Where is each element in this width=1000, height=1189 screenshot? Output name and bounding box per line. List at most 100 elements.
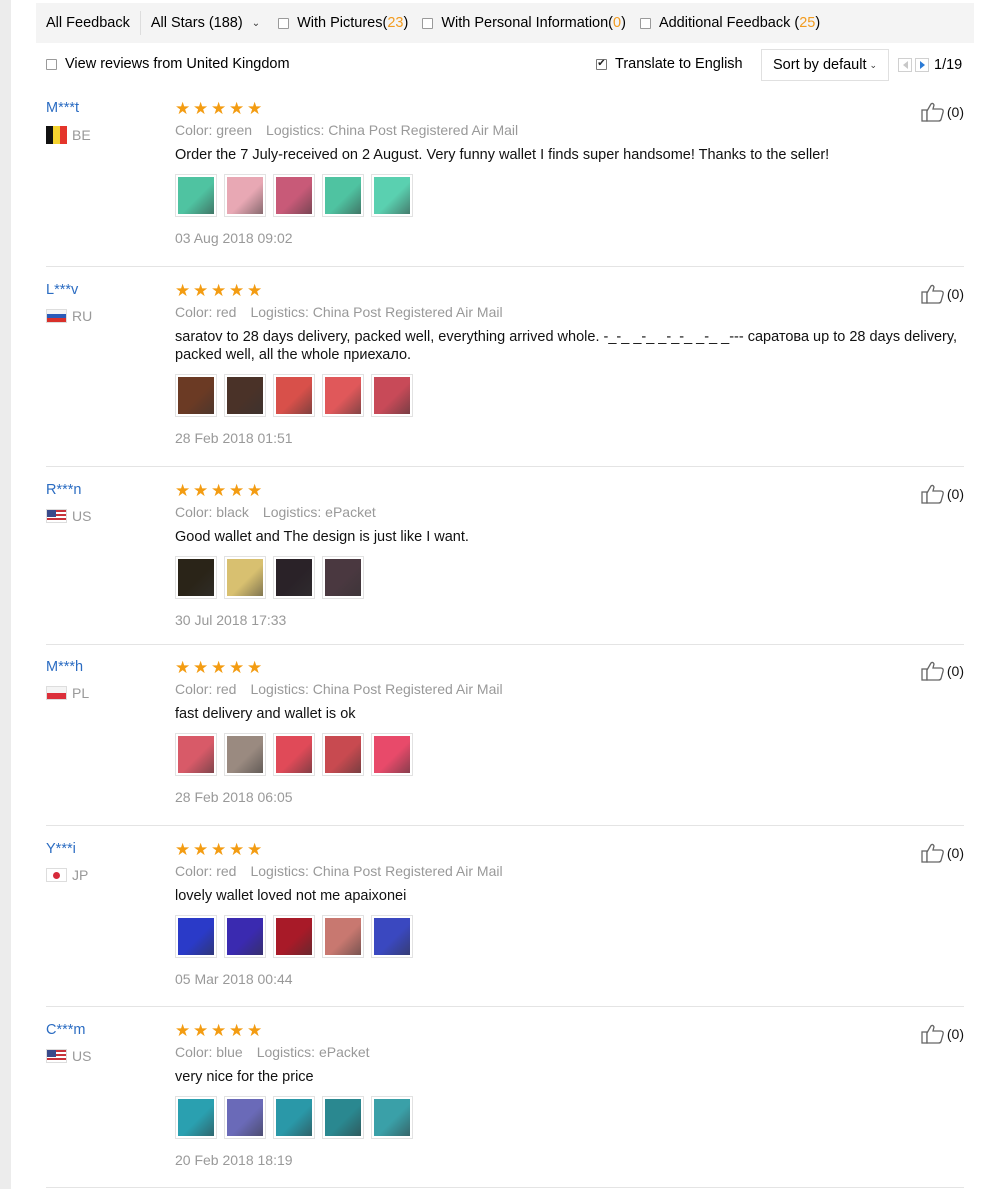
all-feedback-tab[interactable]: All Feedback <box>46 15 130 31</box>
reviewer-name[interactable]: M***t <box>46 100 79 116</box>
thumbs-up-icon <box>921 843 944 863</box>
star-rating: ★ ★ ★ ★ ★ <box>175 282 965 300</box>
reviewer-country: US <box>46 508 91 524</box>
country-flag-icon <box>46 868 67 882</box>
review-photo-thumbnail[interactable] <box>322 1096 364 1139</box>
review-photo-thumbnail[interactable] <box>371 374 413 417</box>
review-photo-thumbnail[interactable] <box>175 174 217 217</box>
review-photo-thumbnail[interactable] <box>273 174 315 217</box>
reviewer-name[interactable]: M***h <box>46 659 83 675</box>
review-content: ★ ★ ★ ★ ★ Color: red Logistics: China Post Re… <box>175 841 965 987</box>
review-photo-thumbnail[interactable] <box>273 915 315 958</box>
helpful-button[interactable]: (0) <box>921 102 964 122</box>
review-photo-thumbnail[interactable] <box>224 1096 266 1139</box>
with-pictures-checkbox[interactable] <box>278 17 290 29</box>
prev-page-button[interactable] <box>898 58 912 72</box>
star-icon: ★ <box>229 1021 245 1040</box>
review-divider <box>46 825 964 826</box>
review-photo-thumbnail[interactable] <box>175 1096 217 1139</box>
additional-feedback-filter[interactable]: Additional Feedback (25) <box>639 15 820 31</box>
review-photo-thumbnail[interactable] <box>175 556 217 599</box>
review-photo-thumbnail[interactable] <box>322 733 364 776</box>
review-photo-thumbnail[interactable] <box>273 733 315 776</box>
translate-option[interactable]: ✔ Translate to English <box>596 56 743 72</box>
filter-divider <box>139 11 141 35</box>
review-photo-thumbnail[interactable] <box>273 1096 315 1139</box>
review-photo-thumbnail[interactable] <box>322 556 364 599</box>
view-uk-checkbox[interactable] <box>46 58 57 70</box>
star-icon: ★ <box>247 481 263 500</box>
next-page-button[interactable] <box>915 58 929 72</box>
star-icon: ★ <box>247 281 263 300</box>
review-content: ★ ★ ★ ★ ★ Color: blue Logistics: ePacket very… <box>175 1022 965 1168</box>
review-date: 05 Mar 2018 00:44 <box>175 971 293 987</box>
personal-info-checkbox[interactable] <box>422 17 434 29</box>
reviewer-country: RU <box>46 308 92 324</box>
country-code: BE <box>72 127 91 143</box>
review-divider <box>46 1006 964 1007</box>
sort-dropdown[interactable]: Sort by default ⌄ <box>761 49 889 81</box>
country-flag-icon <box>46 309 67 323</box>
review-meta: Color: blue Logistics: ePacket <box>175 1044 965 1060</box>
review-photo-thumbnail[interactable] <box>175 733 217 776</box>
pagination: 1/19 <box>898 57 962 73</box>
review-photo-thumbnail[interactable] <box>224 915 266 958</box>
helpful-button[interactable]: (0) <box>921 661 964 681</box>
star-icon: ★ <box>229 658 245 677</box>
thumbs-up-icon <box>921 102 944 122</box>
star-rating: ★ ★ ★ ★ ★ <box>175 1022 965 1040</box>
review-photo-thumbnail[interactable] <box>273 374 315 417</box>
review-meta: Color: black Logistics: ePacket <box>175 504 965 520</box>
review-photo-thumbnail[interactable] <box>371 1096 413 1139</box>
view-uk-option[interactable]: View reviews from United Kingdom <box>46 56 290 72</box>
review-photo-thumbnail[interactable] <box>224 733 266 776</box>
logistics-info: Logistics: ePacket <box>262 504 376 520</box>
star-icon: ★ <box>175 481 191 500</box>
review-photo-thumbnail[interactable] <box>322 174 364 217</box>
review-photo-thumbnail[interactable] <box>224 174 266 217</box>
review-photo-thumbnail[interactable] <box>371 174 413 217</box>
star-icon: ★ <box>229 99 245 118</box>
reviewer-name[interactable]: C***m <box>46 1022 85 1038</box>
review-photo-thumbnail[interactable] <box>224 374 266 417</box>
helpful-button[interactable]: (0) <box>921 1024 964 1044</box>
additional-feedback-count: 25 <box>799 15 816 31</box>
personal-info-filter[interactable]: With Personal Information(0) <box>422 15 626 31</box>
star-icon: ★ <box>211 840 227 859</box>
review-photo-thumbnail[interactable] <box>371 915 413 958</box>
reviewer-name[interactable]: R***n <box>46 482 81 498</box>
helpful-button[interactable]: (0) <box>921 484 964 504</box>
filter-bar: All Feedback All Stars (188) ⌄ With Pict… <box>36 3 974 43</box>
with-pictures-filter[interactable]: With Pictures (23) <box>278 15 408 31</box>
reviewer-name[interactable]: L***v <box>46 282 78 298</box>
review-photo-thumbnail[interactable] <box>175 374 217 417</box>
review-photos <box>175 174 965 217</box>
helpful-button[interactable]: (0) <box>921 843 964 863</box>
additional-feedback-checkbox[interactable] <box>639 17 651 29</box>
translate-checkbox[interactable]: ✔ <box>596 58 607 70</box>
translate-label: Translate to English <box>615 56 743 72</box>
arrow-right-icon <box>919 61 925 69</box>
star-icon: ★ <box>175 658 191 677</box>
page-indicator: 1/19 <box>934 57 963 73</box>
reviewer-name[interactable]: Y***i <box>46 841 76 857</box>
country-flag-icon <box>46 126 67 144</box>
product-color: Color: red <box>175 863 237 879</box>
helpful-count: (0) <box>946 286 964 302</box>
review-photo-thumbnail[interactable] <box>322 374 364 417</box>
star-rating: ★ ★ ★ ★ ★ <box>175 100 965 118</box>
country-flag-icon <box>46 509 67 523</box>
review-photo-thumbnail[interactable] <box>371 733 413 776</box>
review-photos <box>175 915 965 958</box>
all-stars-dropdown[interactable]: All Stars (188) ⌄ <box>151 15 260 31</box>
helpful-button[interactable]: (0) <box>921 284 964 304</box>
all-feedback-label: All Feedback <box>46 15 130 31</box>
review-photo-thumbnail[interactable] <box>175 915 217 958</box>
review-photo-thumbnail[interactable] <box>322 915 364 958</box>
review-photo-thumbnail[interactable] <box>224 556 266 599</box>
country-code: US <box>72 1048 92 1064</box>
star-rating: ★ ★ ★ ★ ★ <box>175 841 965 859</box>
sort-label: Sort by default <box>773 57 867 73</box>
star-icon: ★ <box>193 658 209 677</box>
review-photo-thumbnail[interactable] <box>273 556 315 599</box>
